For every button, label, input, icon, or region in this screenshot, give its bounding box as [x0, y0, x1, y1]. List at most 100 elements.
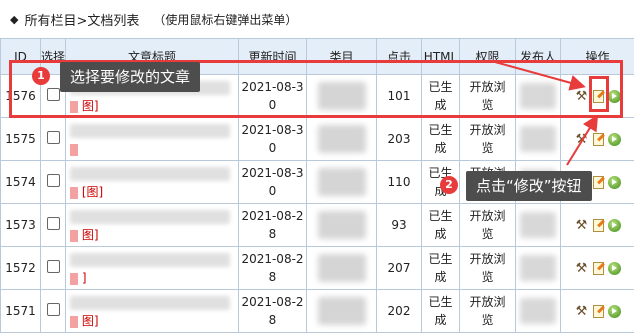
- breadcrumb[interactable]: 所有栏目>文档列表: [24, 10, 139, 29]
- preview-icon[interactable]: [608, 90, 621, 103]
- row-publisher: [516, 290, 561, 333]
- preview-icon[interactable]: [608, 262, 621, 275]
- table-row[interactable]: 1571 图]2021-08-28202已生成开放浏览⚒: [1, 290, 634, 333]
- title-mark: [70, 144, 78, 156]
- row-category[interactable]: [307, 118, 377, 161]
- title-redacted: [70, 167, 230, 181]
- step2-text: 点击“修改”按钮: [476, 177, 582, 195]
- row-actions: ⚒: [561, 247, 634, 290]
- col-publisher: 发布人: [516, 39, 561, 75]
- publisher-redacted: [520, 83, 556, 109]
- row-updated: 2021-08-30: [239, 161, 307, 204]
- title-mark: [70, 187, 78, 199]
- row-updated: 2021-08-30: [239, 75, 307, 118]
- col-html: HTML: [422, 39, 460, 75]
- preview-icon[interactable]: [608, 305, 621, 318]
- row-id: 1572: [1, 247, 41, 290]
- tools-icon[interactable]: ⚒: [574, 132, 589, 147]
- step1-text: 选择要修改的文章: [70, 68, 190, 86]
- row-checkbox[interactable]: [47, 217, 60, 230]
- step2-callout: 点击“修改”按钮: [466, 171, 592, 201]
- row-clicks: 110: [377, 161, 422, 204]
- row-actions: ⚒: [561, 204, 634, 247]
- image-tag: 图]: [82, 228, 99, 242]
- row-clicks: 203: [377, 118, 422, 161]
- row-title[interactable]: 图]: [66, 290, 239, 333]
- row-checkbox[interactable]: [47, 303, 60, 316]
- title-redacted: [70, 253, 230, 267]
- row-permission: 开放浏览: [460, 247, 516, 290]
- row-html-status: 已生成: [422, 247, 460, 290]
- row-html-status: 已生成: [422, 118, 460, 161]
- row-category[interactable]: [307, 290, 377, 333]
- table-row[interactable]: 1573 图]2021-08-2893已生成开放浏览⚒: [1, 204, 634, 247]
- row-title[interactable]: 图]: [66, 204, 239, 247]
- tools-icon[interactable]: ⚒: [574, 304, 589, 319]
- title-redacted: [70, 210, 230, 224]
- table-row[interactable]: 1575 2021-08-30 203已生成开放浏览 ⚒: [1, 118, 634, 161]
- preview-icon[interactable]: [608, 176, 621, 189]
- row-checkbox[interactable]: [47, 260, 60, 273]
- edit-icon[interactable]: [593, 305, 604, 318]
- tools-icon[interactable]: ⚒: [574, 261, 589, 276]
- edit-icon[interactable]: [593, 262, 604, 275]
- category-redacted: [318, 168, 366, 196]
- row-category[interactable]: [307, 75, 377, 118]
- edit-icon[interactable]: [593, 176, 604, 189]
- row-title[interactable]: [66, 118, 239, 161]
- category-redacted: [318, 211, 366, 239]
- row-html-status: 已生成: [422, 75, 460, 118]
- category-redacted: [318, 297, 366, 325]
- title-redacted: [70, 124, 230, 138]
- row-updated: 2021-08-30: [239, 118, 307, 161]
- col-clicks[interactable]: 点击: [377, 39, 422, 75]
- row-publisher: [516, 247, 561, 290]
- row-select-cell: [41, 161, 66, 204]
- row-category[interactable]: [307, 247, 377, 290]
- breadcrumb-hint: （使用鼠标右键弹出菜单）: [153, 11, 297, 28]
- row-permission: 开放浏览: [460, 75, 516, 118]
- edit-icon[interactable]: [593, 133, 604, 146]
- row-clicks: 101: [377, 75, 422, 118]
- col-category[interactable]: 类目: [307, 39, 377, 75]
- edit-icon[interactable]: [593, 90, 604, 103]
- table-row[interactable]: 1572 ] 2021-08-28 207已生成开放浏览 ⚒: [1, 247, 634, 290]
- row-select-cell: [41, 247, 66, 290]
- row-clicks: 202: [377, 290, 422, 333]
- image-tag: ]: [82, 271, 87, 285]
- row-permission: 开放浏览: [460, 204, 516, 247]
- row-clicks: 207: [377, 247, 422, 290]
- tools-icon[interactable]: ⚒: [574, 218, 589, 233]
- row-html-status: 已生成: [422, 204, 460, 247]
- row-id: 1571: [1, 290, 41, 333]
- row-category[interactable]: [307, 204, 377, 247]
- row-actions: ⚒: [561, 75, 634, 118]
- col-updated[interactable]: 更新时间: [239, 39, 307, 75]
- image-tag: 图]: [82, 314, 99, 328]
- row-updated: 2021-08-28: [239, 247, 307, 290]
- row-title[interactable]: ]: [66, 247, 239, 290]
- publisher-redacted: [520, 126, 556, 152]
- breadcrumb-bar: ◆ 所有栏目>文档列表 （使用鼠标右键弹出菜单）: [0, 0, 634, 38]
- row-select-cell: [41, 290, 66, 333]
- row-actions: ⚒: [561, 290, 634, 333]
- row-category[interactable]: [307, 161, 377, 204]
- preview-icon[interactable]: [608, 219, 621, 232]
- row-permission: 开放浏览: [460, 118, 516, 161]
- row-checkbox[interactable]: [47, 88, 60, 101]
- row-checkbox[interactable]: [47, 131, 60, 144]
- title-mark: [70, 316, 78, 328]
- row-checkbox[interactable]: [47, 174, 60, 187]
- col-actions: 操作: [561, 39, 634, 75]
- row-title[interactable]: [图]: [66, 161, 239, 204]
- step1-badge: 1: [32, 67, 50, 85]
- col-permission: 权限: [460, 39, 516, 75]
- preview-icon[interactable]: [608, 133, 621, 146]
- row-id: 1573: [1, 204, 41, 247]
- row-updated: 2021-08-28: [239, 290, 307, 333]
- row-publisher: [516, 118, 561, 161]
- edit-icon[interactable]: [593, 219, 604, 232]
- step2-badge: 2: [440, 176, 458, 194]
- row-id: 1575: [1, 118, 41, 161]
- tools-icon[interactable]: ⚒: [574, 89, 589, 104]
